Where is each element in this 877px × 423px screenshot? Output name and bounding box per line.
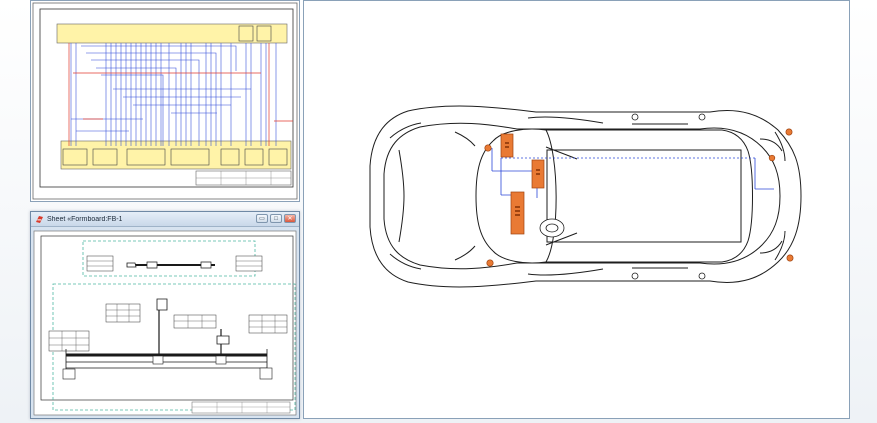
vehicle-layout-pane[interactable] [303, 0, 850, 419]
maximize-icon[interactable]: □ [270, 214, 282, 223]
schematic-sheet-pane[interactable] [30, 0, 300, 202]
formboard-diagram [33, 230, 297, 416]
window-titlebar[interactable]: Sheet «Formboard:FB-1 ▭ □ ✕ [31, 212, 299, 227]
vehicle-topdown-drawing [304, 1, 849, 418]
close-icon[interactable]: ✕ [284, 214, 296, 223]
schematic-diagram [32, 2, 298, 200]
application-workspace: Sheet «Formboard:FB-1 ▭ □ ✕ [0, 0, 877, 423]
e3-app-icon [35, 215, 44, 224]
formboard-window[interactable]: Sheet «Formboard:FB-1 ▭ □ ✕ [30, 211, 300, 419]
formboard-window-title: Sheet «Formboard:FB-1 [47, 215, 123, 223]
minimize-icon[interactable]: ▭ [256, 214, 268, 223]
window-controls: ▭ □ ✕ [256, 214, 296, 223]
